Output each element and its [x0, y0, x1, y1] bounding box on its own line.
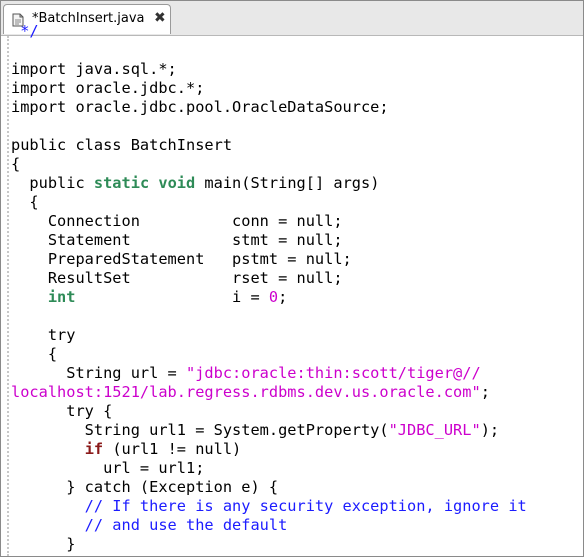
code-token: "JDBC_URL" [388, 421, 481, 439]
code-token: Statement stmt = null; [11, 231, 343, 249]
code-token: ); [480, 421, 500, 439]
code-token: ; [480, 383, 490, 401]
code-line: public class BatchInsert [11, 136, 527, 155]
code-token: import oracle.jdbc.*; [11, 79, 205, 97]
code-token: i = [75, 288, 269, 306]
editor-window: *BatchInsert.java ✖ */import java.sql.*;… [0, 0, 584, 557]
code-editor[interactable]: */ import java.sql.*; import oracle.jdbc.*… [1, 22, 583, 556]
code-line: int i = 0; [11, 288, 527, 307]
code-line: url = url1; [11, 459, 527, 478]
code-token: try [11, 326, 76, 344]
code-line: import java.sql.*; [11, 60, 527, 79]
code-line: { [11, 345, 527, 364]
code-line: String url1 = System.getProperty("JDBC_U… [11, 421, 527, 440]
code-line: { [11, 155, 527, 174]
code-token: url = url1; [11, 459, 205, 477]
code-line: Statement stmt = null; [11, 231, 527, 250]
code-line: } catch (Exception e) { [11, 478, 527, 497]
code-line: } [11, 535, 527, 554]
code-token: (url1 != null) [103, 440, 242, 458]
code-token: { [11, 193, 39, 211]
code-token: "jdbc:oracle:thin:scott/tiger@// [185, 364, 481, 382]
code-token: public class BatchInsert [11, 136, 233, 154]
code-token: localhost:1521/lab.regress.rdbms.dev.us.… [11, 383, 481, 401]
code-token: void [158, 174, 196, 192]
code-token: String url1 = System.getProperty( [11, 421, 389, 439]
code-line: public static void main(String[] args) [11, 174, 527, 193]
code-token: String url = [11, 364, 186, 382]
code-token: ResultSet rset = null; [11, 269, 343, 287]
code-token: } catch (Exception e) { [11, 478, 279, 496]
code-token: main(String[] args) [195, 174, 380, 192]
code-line: */ [11, 22, 527, 41]
code-token: { [11, 345, 58, 363]
code-token: ; [278, 288, 288, 306]
code-token: */ [11, 22, 39, 40]
code-token: // If there is any security exception, i… [11, 497, 527, 515]
code-line: // If there is any security exception, i… [11, 497, 527, 516]
code-token: public [11, 174, 94, 192]
code-line: String url = "jdbc:oracle:thin:scott/tig… [11, 364, 527, 383]
code-token: import oracle.jdbc.pool.OracleDataSource… [11, 98, 389, 116]
code-token: { [11, 155, 21, 173]
code-token: if [84, 440, 104, 458]
code-token: try { [11, 402, 113, 420]
code-token: // and use the default [11, 516, 288, 534]
code-line: PreparedStatement pstmt = null; [11, 250, 527, 269]
code-line: { [11, 193, 527, 212]
code-line: if (url1 != null) [11, 440, 527, 459]
code-line: import oracle.jdbc.pool.OracleDataSource… [11, 98, 527, 117]
code-line: // and use the default [11, 516, 527, 535]
code-token: 0 [268, 288, 279, 306]
code-line: ResultSet rset = null; [11, 269, 527, 288]
code-token: Connection conn = null; [11, 212, 343, 230]
code-token: PreparedStatement pstmt = null; [11, 250, 352, 268]
code-token: static [93, 174, 150, 192]
code-line: import oracle.jdbc.*; [11, 79, 527, 98]
editor-margin-ruler [7, 36, 10, 556]
code-line: Connection conn = null; [11, 212, 527, 231]
code-line: try [11, 326, 527, 345]
code-line: try { [11, 402, 527, 421]
code-token: int [47, 288, 76, 306]
code-token: import java.sql.*; [11, 60, 177, 78]
code-text: */ import java.sql.*; import oracle.jdbc.*… [11, 22, 527, 554]
code-token: } [11, 535, 76, 553]
code-line: localhost:1521/lab.regress.rdbms.dev.us.… [11, 383, 527, 402]
